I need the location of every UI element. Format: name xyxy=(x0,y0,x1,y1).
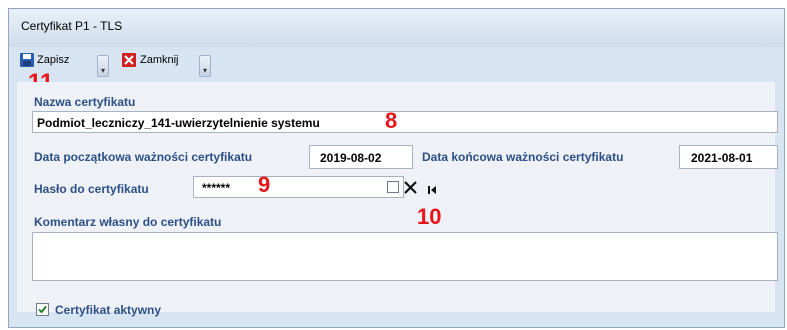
end-date-value: 2021-08-01 xyxy=(691,151,753,165)
title-bar: Certyfikat P1 - TLS xyxy=(9,9,784,47)
save-button[interactable]: Zapisz xyxy=(15,49,73,71)
first-record-icon[interactable] xyxy=(427,182,437,194)
certificate-name-label: Nazwa certyfikatu xyxy=(34,95,136,109)
start-date-label: Data początkowa ważności certyfikatu xyxy=(34,150,253,164)
window-title: Certyfikat P1 - TLS xyxy=(21,19,123,33)
close-button[interactable]: Zamknij xyxy=(117,49,183,71)
certificate-name-input[interactable]: Podmiot_leczniczy_141-uwierzytelnienie s… xyxy=(32,111,778,133)
active-label: Certyfikat aktywny xyxy=(55,303,162,317)
toolbar: Zapisz ▾ Zamknij ▾ xyxy=(15,47,415,77)
certificate-name-value: Podmiot_leczniczy_141-uwierzytelnienie s… xyxy=(37,116,320,130)
close-dropdown-button[interactable]: ▾ xyxy=(199,55,211,77)
comment-textarea[interactable] xyxy=(32,232,778,281)
comment-label: Komentarz własny do certyfikatu xyxy=(34,215,222,229)
start-date-input[interactable]: 2019-08-02 xyxy=(309,145,413,169)
checkmark-icon xyxy=(38,305,47,314)
annotation-8: 8 xyxy=(385,108,398,133)
end-date-label: Data końcowa ważności certyfikatu xyxy=(422,150,624,164)
clear-x-icon[interactable] xyxy=(403,180,418,195)
end-date-input[interactable]: 2021-08-01 xyxy=(679,145,778,169)
close-label: Zamknij xyxy=(140,54,179,66)
annotation-10: 10 xyxy=(417,204,442,229)
annotation-9: 9 xyxy=(258,172,271,197)
save-label: Zapisz xyxy=(37,54,70,66)
password-label: Hasło do certyfikatu xyxy=(34,182,149,196)
active-checkbox[interactable] xyxy=(36,303,49,316)
show-password-checkbox[interactable] xyxy=(387,181,399,193)
password-input[interactable]: ****** xyxy=(193,176,404,198)
save-icon xyxy=(19,52,35,68)
chevron-down-icon: ▾ xyxy=(202,66,207,75)
save-dropdown-button[interactable]: ▾ xyxy=(97,55,109,77)
close-icon xyxy=(121,52,137,68)
password-value: ****** xyxy=(202,181,231,195)
chevron-down-icon: ▾ xyxy=(100,66,105,75)
start-date-value: 2019-08-02 xyxy=(320,151,382,165)
